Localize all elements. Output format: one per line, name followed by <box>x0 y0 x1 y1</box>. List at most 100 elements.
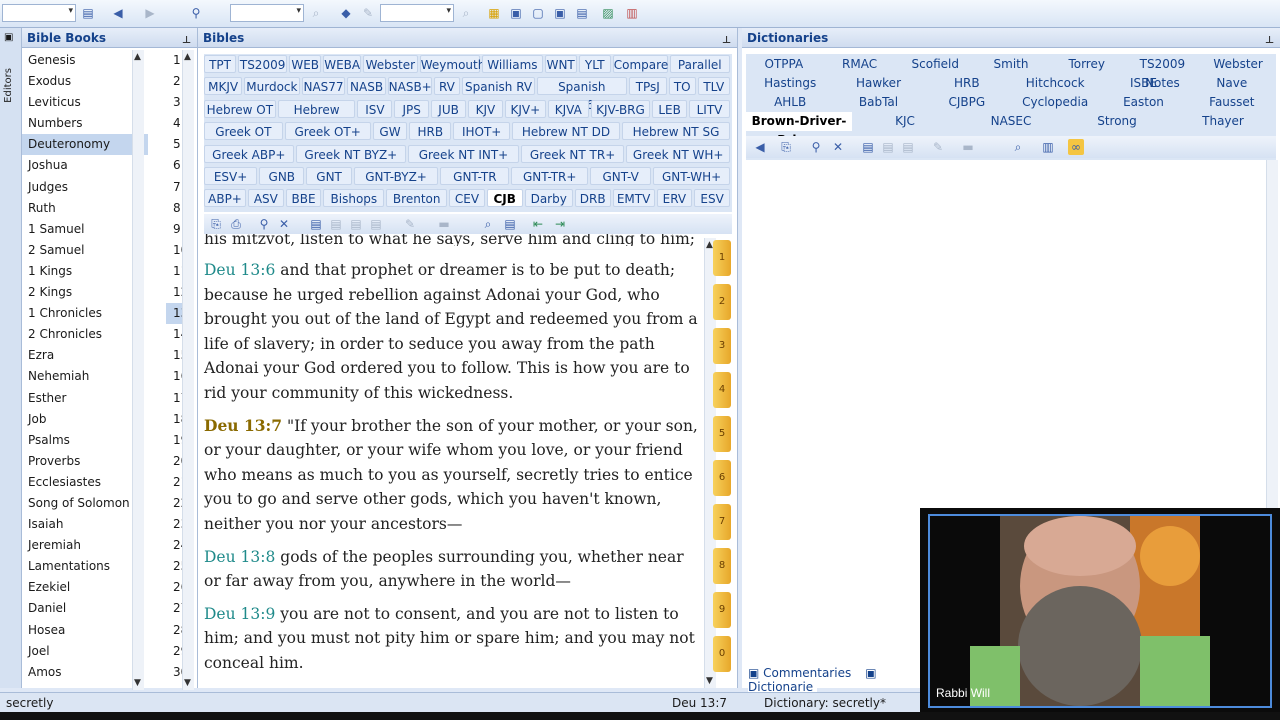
book-item[interactable]: Daniel <box>22 598 148 619</box>
search-icon[interactable]: ⚲ <box>188 5 204 21</box>
bible-tab[interactable]: NAS77 <box>301 77 346 96</box>
pin-icon[interactable]: ⊥ <box>722 31 731 51</box>
search-go-icon[interactable]: ⌕ <box>308 5 324 21</box>
bookmark-tab[interactable]: 4 <box>713 372 731 408</box>
search-combo[interactable]: ▾ <box>230 4 304 22</box>
book-list-scrollbar[interactable]: ▲ ▼ <box>132 50 144 690</box>
book-item[interactable]: 1 Samuel <box>22 219 148 240</box>
book-item[interactable]: Joshua <box>22 155 148 176</box>
bible-tab[interactable]: Bishops <box>323 189 385 208</box>
bible-tab[interactable]: JPS <box>394 99 430 118</box>
book-item[interactable]: Ezra <box>22 345 148 366</box>
book-item[interactable]: Amos <box>22 662 148 683</box>
bible-tab[interactable]: Spanish RVR60 <box>536 77 627 112</box>
bible-tab[interactable]: Parallel <box>669 55 730 73</box>
bible-tab[interactable]: YLT <box>578 55 611 73</box>
bible-tab[interactable]: NASB+ <box>387 77 432 96</box>
book-item[interactable]: Numbers <box>22 113 148 134</box>
copy-icon[interactable]: ⎘ <box>208 216 224 232</box>
bible-tab[interactable]: Hebrew NT SG <box>622 122 730 141</box>
bible-tab[interactable]: Murdock <box>244 77 300 96</box>
dictionary-tab[interactable]: Brown-Driver-Briggs <box>746 112 852 147</box>
zoom-icon[interactable]: ⌕ <box>480 216 496 232</box>
prev-chapter-icon[interactable]: ⇤ <box>530 216 546 232</box>
library-icon[interactable]: ▥ <box>1040 139 1056 155</box>
bible-tab[interactable]: GW <box>372 122 408 141</box>
bible-tab[interactable]: Williams <box>482 55 543 73</box>
layout-icon[interactable]: ▤ <box>502 216 518 232</box>
book-item[interactable]: Esther <box>22 388 148 409</box>
bible-tab[interactable]: TS2009 <box>238 55 288 73</box>
copy-icon[interactable]: ⎘ <box>778 139 794 155</box>
book-item[interactable]: Ruth <box>22 198 148 219</box>
dictionary-tab[interactable]: TS2009 Notes <box>1125 55 1201 90</box>
bible-tab[interactable]: JUB <box>431 99 466 118</box>
bible-tab[interactable]: TLV <box>697 77 730 96</box>
chapter-list-scrollbar[interactable]: ▲ ▼ <box>182 50 194 690</box>
dictionary-tab[interactable]: Cyclopedia <box>1011 93 1099 112</box>
dictionary-tab[interactable]: Hawker <box>834 74 922 93</box>
bookmark-tab[interactable]: 8 <box>713 548 731 584</box>
dictionary-tab[interactable]: Smith <box>973 55 1049 74</box>
book-item[interactable]: Hosea <box>22 620 148 641</box>
bible-tab[interactable]: KJV-BRG <box>590 99 651 118</box>
notes-icon[interactable]: ▤ <box>308 216 324 232</box>
dictionary-tab[interactable]: CJBPG <box>923 93 1011 112</box>
highlight-icon[interactable]: ✎ <box>930 139 946 155</box>
image-icon[interactable]: ▨ <box>600 5 616 21</box>
next-chapter-icon[interactable]: ⇥ <box>552 216 568 232</box>
bookmark-tab[interactable]: 6 <box>713 460 731 496</box>
back-icon[interactable]: ◀ <box>752 139 768 155</box>
dictionary-tab[interactable]: Easton <box>1099 93 1187 112</box>
verse-reference[interactable]: Deu 13:8 <box>204 548 275 566</box>
bible-tab[interactable]: ESV <box>694 189 730 208</box>
verse-reference[interactable]: Deu 13:7 <box>204 416 282 435</box>
bible-tab[interactable]: Webster <box>362 55 418 73</box>
book-item[interactable]: Leviticus <box>22 92 148 113</box>
bible-tab[interactable]: ASV <box>248 189 284 208</box>
dictionary-tab[interactable]: Fausset <box>1188 93 1276 112</box>
layout-4-icon[interactable]: ▣ <box>552 5 568 21</box>
bible-tab[interactable]: WEBA <box>323 55 361 73</box>
book-item[interactable]: Proverbs <box>22 451 148 472</box>
bible-tab[interactable]: Greek NT WH+ <box>626 144 730 163</box>
dictionary-tab[interactable]: Nave <box>1188 74 1276 93</box>
dictionary-tab[interactable]: Torrey <box>1049 55 1125 74</box>
book-item[interactable]: Ecclesiastes <box>22 472 148 493</box>
bookmark-tab[interactable]: 5 <box>713 416 731 452</box>
dictionary-tab[interactable]: Hastings <box>746 74 834 93</box>
bible-tab[interactable]: TPT <box>204 55 237 73</box>
bible-tab[interactable]: Hebrew NT DD <box>512 122 620 141</box>
bible-tab[interactable]: GNB <box>259 167 305 185</box>
video-call-overlay[interactable]: Rabbi Will <box>920 508 1280 712</box>
book-item[interactable]: Jeremiah <box>22 535 148 556</box>
bible-tab[interactable]: HRB <box>409 122 452 141</box>
note-add-icon[interactable]: ▤ <box>328 216 344 232</box>
layout-3-icon[interactable]: ▢ <box>530 5 546 21</box>
editors-strip[interactable]: ▣ Editors <box>0 28 22 688</box>
lookup-go-icon[interactable]: ⌕ <box>458 5 474 21</box>
bible-tab[interactable]: Greek NT TR+ <box>520 144 625 163</box>
book-item[interactable]: Genesis <box>22 50 148 71</box>
book-item[interactable]: Isaiah <box>22 514 148 535</box>
close-search-icon[interactable]: ✕ <box>276 216 292 232</box>
book-item[interactable]: Joel <box>22 641 148 662</box>
book-item[interactable]: 1 Kings <box>22 261 148 282</box>
bible-tab[interactable]: Greek NT INT+ <box>408 144 519 163</box>
bible-tab[interactable]: KJV+ <box>504 99 546 118</box>
dictionary-tab[interactable]: ISBE <box>1099 74 1187 93</box>
dictionary-tab[interactable]: OTPPA <box>746 55 822 74</box>
book-item[interactable]: Song of Solomon <box>22 493 148 514</box>
bible-tab[interactable]: DRB <box>574 189 611 208</box>
bible-tab[interactable]: WNT <box>544 55 577 73</box>
bible-tab[interactable]: ABP+ <box>204 189 246 208</box>
bible-tab[interactable]: IHOT+ <box>453 122 510 141</box>
bible-tab[interactable]: Hebrew OT <box>204 99 276 118</box>
bible-tab[interactable]: LEB <box>652 99 687 118</box>
note-edit-icon[interactable]: ▤ <box>348 216 364 232</box>
bible-tab[interactable]: EMTV <box>612 189 655 208</box>
bible-tab[interactable]: Hebrew OT+ <box>277 99 356 135</box>
bible-tab[interactable]: Greek NT BYZ+ <box>295 144 407 163</box>
bible-tab[interactable]: NASB <box>347 77 386 96</box>
note-delete-icon[interactable]: ▤ <box>368 216 384 232</box>
